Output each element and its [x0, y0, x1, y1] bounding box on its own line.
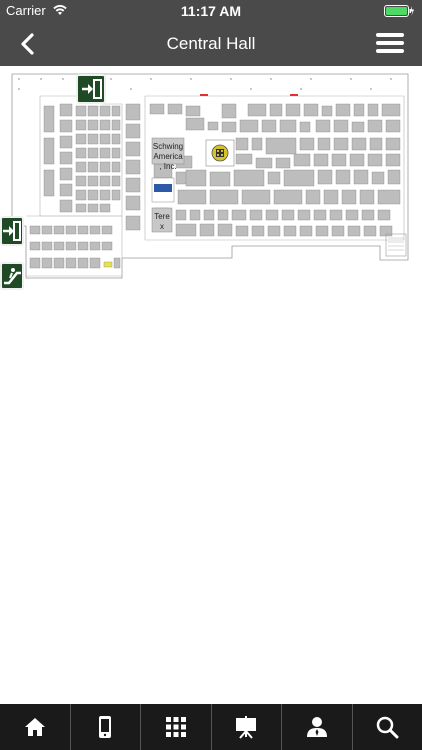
app-screen: Carrier 11:17 AM Central Hall Schwing Am… [0, 0, 422, 750]
exit-icon[interactable] [0, 216, 24, 246]
status-bar: Carrier 11:17 AM [0, 0, 422, 22]
floor-plan-drawing [11, 73, 409, 279]
page-title: Central Hall [166, 34, 256, 53]
floor-map[interactable]: Schwing America , Inc. Tere x [0, 66, 422, 292]
escalator-icon[interactable] [0, 262, 24, 290]
tab-bar [0, 704, 422, 750]
tab-home[interactable] [0, 704, 70, 750]
user-icon [306, 717, 327, 737]
tab-search[interactable] [351, 704, 422, 750]
grid-icon [165, 717, 186, 737]
search-icon [377, 716, 399, 739]
phone-icon [99, 716, 112, 738]
exit-icon[interactable] [76, 74, 106, 104]
tab-exhibitors[interactable] [69, 704, 141, 750]
navigation-bar: Central Hall [0, 22, 422, 66]
hamburger-menu-icon[interactable] [376, 32, 404, 54]
booth-schwing-label[interactable]: Schwing America , Inc. [152, 142, 184, 172]
clock: 11:17 AM [180, 3, 242, 19]
battery-icon [384, 5, 414, 17]
tab-categories[interactable] [140, 704, 211, 750]
home-icon [24, 718, 45, 736]
tab-events[interactable] [210, 704, 282, 750]
tab-profile[interactable] [281, 704, 352, 750]
booth-terex-label[interactable]: Tere x [152, 212, 172, 232]
presentation-icon [236, 716, 257, 739]
